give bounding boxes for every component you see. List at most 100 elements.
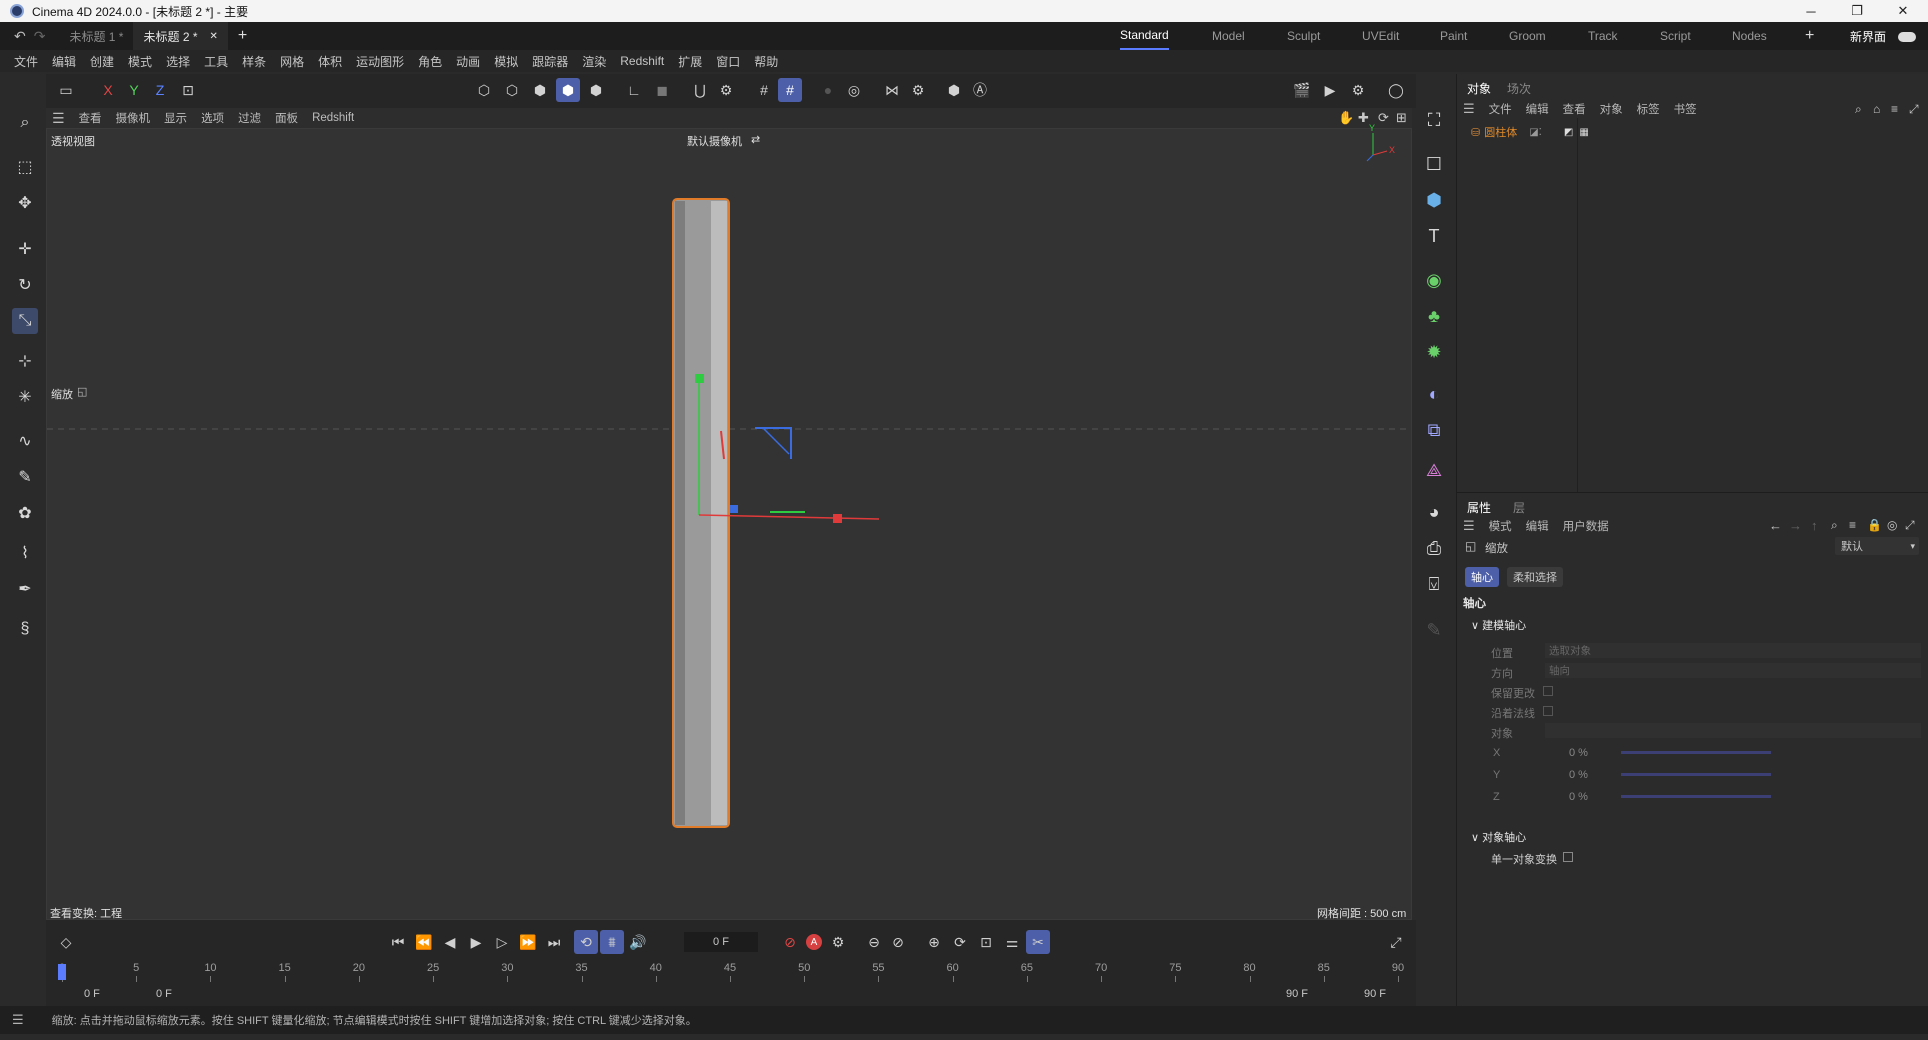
go-to-start-icon[interactable]: ⏮ (386, 930, 410, 954)
layout-sculpt[interactable]: Sculpt (1287, 22, 1320, 50)
subtab-pivot[interactable]: 轴心 (1465, 567, 1499, 587)
spline-icon[interactable]: § (12, 616, 38, 642)
forward-arrow-icon[interactable]: → (1789, 518, 1802, 533)
menu-spline[interactable]: 样条 (242, 53, 266, 70)
menu-animate[interactable]: 动画 (456, 53, 480, 70)
theme-toggle[interactable] (1898, 32, 1916, 42)
menu-select[interactable]: 选择 (166, 53, 190, 70)
y-slider[interactable] (1621, 773, 1771, 776)
object-mode-icon[interactable]: ⬢ (556, 78, 580, 102)
playback-rate-icon[interactable]: ⩩ (600, 930, 624, 954)
x-value[interactable]: 0 % (1569, 747, 1588, 759)
key-pla-icon[interactable]: ✂ (1026, 930, 1050, 954)
menu-tracker[interactable]: 跟踪器 (532, 53, 568, 70)
scale-tool-icon[interactable]: ⤡ (12, 308, 38, 334)
field-icon[interactable]: ⧉ (1420, 416, 1448, 444)
am-menu-edit[interactable]: 编辑 (1526, 518, 1549, 534)
previous-key-icon[interactable]: ⏪ (412, 930, 436, 954)
redshift-render-icon[interactable]: ◯ (1384, 78, 1408, 102)
object-link-field[interactable] (1545, 723, 1921, 738)
minimize-button[interactable]: ─ (1788, 0, 1834, 22)
symmetry-settings-icon[interactable]: ⚙ (906, 78, 930, 102)
om-home-icon[interactable]: ⌂ (1873, 102, 1880, 116)
hexagon-tool-icon[interactable]: ⬢ (942, 78, 966, 102)
direction-dropdown[interactable]: 轴向 (1545, 663, 1921, 678)
menu-window[interactable]: 窗口 (716, 53, 740, 70)
keyframe-settings-icon[interactable]: ⚙ (826, 930, 850, 954)
menu-tools[interactable]: 工具 (204, 53, 228, 70)
menu-volume[interactable]: 体积 (318, 53, 342, 70)
sound-icon[interactable]: 🔊 (626, 930, 650, 954)
scene-end[interactable]: 90 F (1286, 988, 1308, 1000)
points-mode-icon[interactable]: ⬡ (472, 78, 496, 102)
layout-nodes[interactable]: Nodes (1732, 22, 1767, 50)
am-menu-userdata[interactable]: 用户数据 (1563, 518, 1609, 534)
next-frame-icon[interactable]: ▷ (490, 930, 514, 954)
checker-tag-icon[interactable]: ▦ (1579, 127, 1588, 138)
menu-extensions[interactable]: 扩展 (678, 53, 702, 70)
visibility-dots-icon[interactable]: ◪⁚ (1529, 127, 1542, 138)
doc-tab-1[interactable]: 未标题 1 * (59, 22, 133, 50)
maximize-button[interactable]: ❐ (1834, 0, 1880, 22)
add-layout-button[interactable]: + (1805, 22, 1814, 50)
lasso-icon[interactable]: ∿ (12, 428, 38, 454)
key-rotation-icon[interactable]: ⟳ (948, 930, 972, 954)
vp-menu-display[interactable]: 显示 (164, 110, 187, 126)
am-settings-icon[interactable]: ◎ (1887, 518, 1897, 532)
z-value[interactable]: 0 % (1569, 791, 1588, 803)
doc-tab-2[interactable]: 未标题 2 * ✕ (133, 22, 228, 50)
effector-icon[interactable]: ✹ (1420, 338, 1448, 366)
lock-x-button[interactable]: X (96, 78, 120, 102)
layout-model[interactable]: Model (1212, 22, 1245, 50)
om-menu-edit[interactable]: 编辑 (1526, 101, 1549, 117)
graph-editor-icon[interactable]: ⤢ (1384, 930, 1408, 954)
deformer-icon[interactable]: ◐ (1420, 380, 1448, 408)
symmetry-icon[interactable]: ⋈ (880, 78, 904, 102)
layout-groom[interactable]: Groom (1509, 22, 1546, 50)
hamburger-icon[interactable]: ☰ (52, 110, 65, 127)
menu-mograph[interactable]: 运动图形 (356, 53, 404, 70)
pan-icon[interactable]: ✋ (1338, 110, 1354, 126)
om-search-icon[interactable]: ⌕ (1855, 102, 1862, 117)
tab-layers[interactable]: 层 (1513, 499, 1525, 516)
grid-snap-icon[interactable]: # (752, 78, 776, 102)
go-to-end-icon[interactable]: ⏭ (542, 930, 566, 954)
orbit-icon[interactable]: ⟳ (1378, 110, 1389, 126)
text-object-icon[interactable]: T (1420, 222, 1448, 250)
render-view-icon[interactable]: 🎬 (1290, 78, 1314, 102)
render-settings-icon[interactable]: ⚙ (1346, 78, 1370, 102)
spline-generator-icon[interactable]: ⟁ (1420, 456, 1448, 484)
model-mode-icon[interactable]: ▭ (54, 78, 78, 102)
snap-settings-icon[interactable]: ⚙ (714, 78, 738, 102)
key-position-icon[interactable]: ⊕ (922, 930, 946, 954)
om-expand-icon[interactable]: ⤢ (1909, 102, 1919, 117)
menu-render[interactable]: 渲染 (582, 53, 606, 70)
layout-paint[interactable]: Paint (1440, 22, 1467, 50)
menu-character[interactable]: 角色 (418, 53, 442, 70)
key-param-icon[interactable]: ⚌ (1000, 930, 1024, 954)
pen-icon[interactable]: ✒ (12, 576, 38, 602)
am-lock-icon[interactable]: 🔒 (1867, 518, 1882, 532)
menu-file[interactable]: 文件 (14, 53, 38, 70)
add-tab-button[interactable]: + (238, 27, 247, 45)
am-search-icon[interactable]: ⌕ (1831, 518, 1838, 533)
camera-icon[interactable]: ⎙ (1420, 534, 1448, 562)
layout-standard[interactable]: Standard (1120, 22, 1169, 50)
onion-skin-icon[interactable]: ⊘ (886, 930, 910, 954)
tab-attributes[interactable]: 属性 (1467, 499, 1491, 516)
vp-menu-view[interactable]: 查看 (79, 110, 102, 126)
autokey-button[interactable]: A (802, 930, 826, 954)
group-modeling-axis[interactable]: ∨ 建模轴心 (1471, 617, 1526, 633)
om-filter-icon[interactable]: ≡ (1891, 102, 1898, 116)
back-arrow-icon[interactable]: ← (1769, 518, 1782, 533)
layout-uvedit[interactable]: UVEdit (1362, 22, 1399, 50)
soft-selection-icon[interactable]: ● (816, 78, 840, 102)
om-menu-file[interactable]: 文件 (1489, 101, 1512, 117)
menu-mesh[interactable]: 网格 (280, 53, 304, 70)
cube-object-icon[interactable]: ⬢ (1420, 186, 1448, 214)
menu-create[interactable]: 创建 (90, 53, 114, 70)
auto-keyframe-icon[interactable]: Ⓐ (968, 78, 992, 102)
polygons-mode-icon[interactable]: ⬢ (528, 78, 552, 102)
snap-magnet-icon[interactable]: ⋃ (688, 78, 712, 102)
y-value[interactable]: 0 % (1569, 769, 1588, 781)
